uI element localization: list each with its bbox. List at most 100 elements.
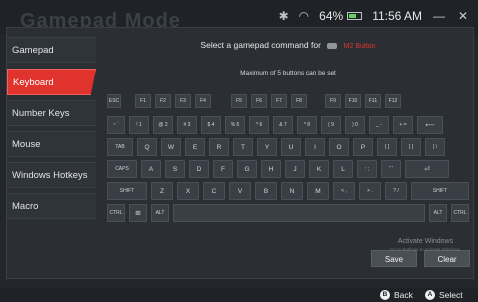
sidebar-item-mouse[interactable]: Mouse bbox=[7, 131, 96, 157]
key-ctrl[interactable]: CTRL bbox=[451, 204, 469, 222]
key-⏎[interactable]: ⏎ bbox=[405, 160, 449, 178]
select-hint[interactable]: A Select bbox=[425, 290, 463, 300]
key-f1[interactable]: F1 bbox=[135, 94, 151, 108]
key-^-6[interactable]: ^ 6 bbox=[249, 116, 269, 134]
key-)-0[interactable]: ) 0 bbox=[345, 116, 365, 134]
sidebar-item-macro[interactable]: Macro bbox=[7, 193, 96, 219]
key-caps[interactable]: CAPS bbox=[107, 160, 137, 178]
key-f3[interactable]: F3 bbox=[175, 94, 191, 108]
virtual-keyboard: ESC F1 F2 F3 F4 F5 F6 F7 F8 F9 F10 F11 F12 ~ `! 1 @ 2 #… bbox=[103, 94, 473, 224]
sidebar-item-keyboard[interactable]: Keyboard bbox=[7, 69, 96, 95]
key-+-=[interactable]: + = bbox=[393, 116, 413, 134]
key-⟵[interactable]: ⟵ bbox=[417, 116, 443, 134]
key-q[interactable]: Q bbox=[137, 138, 157, 156]
key-*-8[interactable]: * 8 bbox=[297, 116, 317, 134]
battery-percent: 64% bbox=[319, 9, 344, 23]
key-_--[interactable]: _ - bbox=[369, 116, 389, 134]
prompt-label: Select a gamepad command for bbox=[200, 40, 321, 50]
back-hint[interactable]: B Back bbox=[380, 290, 413, 300]
key-a[interactable]: A bbox=[141, 160, 161, 178]
activate-windows-watermark: Activate Windows Go to Settings to activ… bbox=[378, 238, 473, 254]
key-z[interactable]: Z bbox=[151, 182, 173, 200]
key-f4[interactable]: F4 bbox=[195, 94, 211, 108]
key-shift[interactable]: SHIFT bbox=[411, 182, 469, 200]
key-&-7[interactable]: & 7 bbox=[273, 116, 293, 134]
key-$-4[interactable]: $ 4 bbox=[201, 116, 221, 134]
command-panel: Gamepad Keyboard Number Keys Mouse Windo… bbox=[6, 27, 474, 279]
close-button[interactable]: ✕ bbox=[456, 9, 470, 23]
key-j[interactable]: J bbox=[285, 160, 305, 178]
key-ctrl[interactable]: CTRL bbox=[107, 204, 125, 222]
b-button-icon: B bbox=[380, 290, 390, 300]
key-~-`[interactable]: ~ ` bbox=[107, 116, 125, 134]
key-(-9[interactable]: ( 9 bbox=[321, 116, 341, 134]
key-f8[interactable]: F8 bbox=[291, 94, 307, 108]
key-f11[interactable]: F11 bbox=[365, 94, 381, 108]
key-"-'[interactable]: " ' bbox=[381, 160, 401, 178]
key-c[interactable]: C bbox=[203, 182, 225, 200]
key-d[interactable]: D bbox=[189, 160, 209, 178]
key-n[interactable]: N bbox=[281, 182, 303, 200]
key-alt[interactable]: ALT bbox=[429, 204, 447, 222]
key-space[interactable] bbox=[173, 204, 425, 222]
key-f5[interactable]: F5 bbox=[231, 94, 247, 108]
key-s[interactable]: S bbox=[165, 160, 185, 178]
key-#-3[interactable]: # 3 bbox=[177, 116, 197, 134]
key-f9[interactable]: F9 bbox=[325, 94, 341, 108]
gamepad-icon bbox=[327, 42, 338, 49]
key-t[interactable]: T bbox=[233, 138, 253, 156]
key-@-2[interactable]: @ 2 bbox=[153, 116, 173, 134]
key-g[interactable]: G bbox=[237, 160, 257, 178]
key-|-\[interactable]: | \ bbox=[425, 138, 445, 156]
key-e[interactable]: E bbox=[185, 138, 205, 156]
key-esc[interactable]: ESC bbox=[107, 94, 121, 108]
battery-icon bbox=[347, 12, 363, 20]
wifi-icon: ◠ bbox=[298, 9, 310, 23]
sidebar-item-windows-hotkeys[interactable]: Windows Hotkeys bbox=[7, 162, 96, 188]
key-l[interactable]: L bbox=[333, 160, 353, 178]
key-?-/[interactable]: ? / bbox=[385, 182, 407, 200]
status-area: ✱ ◠ 64% 11:56 AM — ✕ bbox=[279, 9, 470, 23]
key-!-1[interactable]: ! 1 bbox=[129, 116, 149, 134]
key-i[interactable]: I bbox=[305, 138, 325, 156]
key-h[interactable]: H bbox=[261, 160, 281, 178]
watermark-title: Activate Windows bbox=[397, 238, 454, 245]
key-}-][interactable]: } ] bbox=[401, 138, 421, 156]
key-f10[interactable]: F10 bbox=[345, 94, 361, 108]
key-f7[interactable]: F7 bbox=[271, 94, 287, 108]
key->-.[interactable]: > . bbox=[359, 182, 381, 200]
minimize-button[interactable]: — bbox=[432, 9, 446, 23]
key-alt[interactable]: ALT bbox=[151, 204, 169, 222]
key-y[interactable]: Y bbox=[257, 138, 277, 156]
key-p[interactable]: P bbox=[353, 138, 373, 156]
key-:-;[interactable]: : ; bbox=[357, 160, 377, 178]
key-w[interactable]: W bbox=[161, 138, 181, 156]
key-u[interactable]: U bbox=[281, 138, 301, 156]
key-f2[interactable]: F2 bbox=[155, 94, 171, 108]
sidebar-item-gamepad[interactable]: Gamepad bbox=[7, 37, 96, 63]
a-button-icon: A bbox=[425, 290, 435, 300]
key-o[interactable]: O bbox=[329, 138, 349, 156]
key-⊞[interactable]: ⊞ bbox=[129, 204, 147, 222]
gamepad-mode-screen: Gamepad Mode ✱ ◠ 64% 11:56 AM — ✕ Gamepa… bbox=[0, 0, 478, 302]
key-v[interactable]: V bbox=[229, 182, 251, 200]
target-button-label: M2 Button bbox=[343, 43, 376, 50]
select-label: Select bbox=[439, 290, 463, 300]
key-m[interactable]: M bbox=[307, 182, 329, 200]
key-b[interactable]: B bbox=[255, 182, 277, 200]
keyboard-command-area: Select a gamepad command for M2 Button M… bbox=[103, 28, 473, 278]
key-f6[interactable]: F6 bbox=[251, 94, 267, 108]
key-k[interactable]: K bbox=[309, 160, 329, 178]
watermark-subtitle: Go to Settings to activate Windows. bbox=[389, 247, 462, 252]
key-tab[interactable]: TAB bbox=[107, 138, 133, 156]
key-r[interactable]: R bbox=[209, 138, 229, 156]
key-f12[interactable]: F12 bbox=[385, 94, 401, 108]
key-x[interactable]: X bbox=[177, 182, 199, 200]
key-<-,[interactable]: < , bbox=[333, 182, 355, 200]
key-shift[interactable]: SHIFT bbox=[107, 182, 147, 200]
key-{-[[interactable]: { [ bbox=[377, 138, 397, 156]
sidebar-item-number-keys[interactable]: Number Keys bbox=[7, 100, 96, 126]
key-f[interactable]: F bbox=[213, 160, 233, 178]
key-%-5[interactable]: % 5 bbox=[225, 116, 245, 134]
bluetooth-icon: ✱ bbox=[278, 9, 289, 23]
